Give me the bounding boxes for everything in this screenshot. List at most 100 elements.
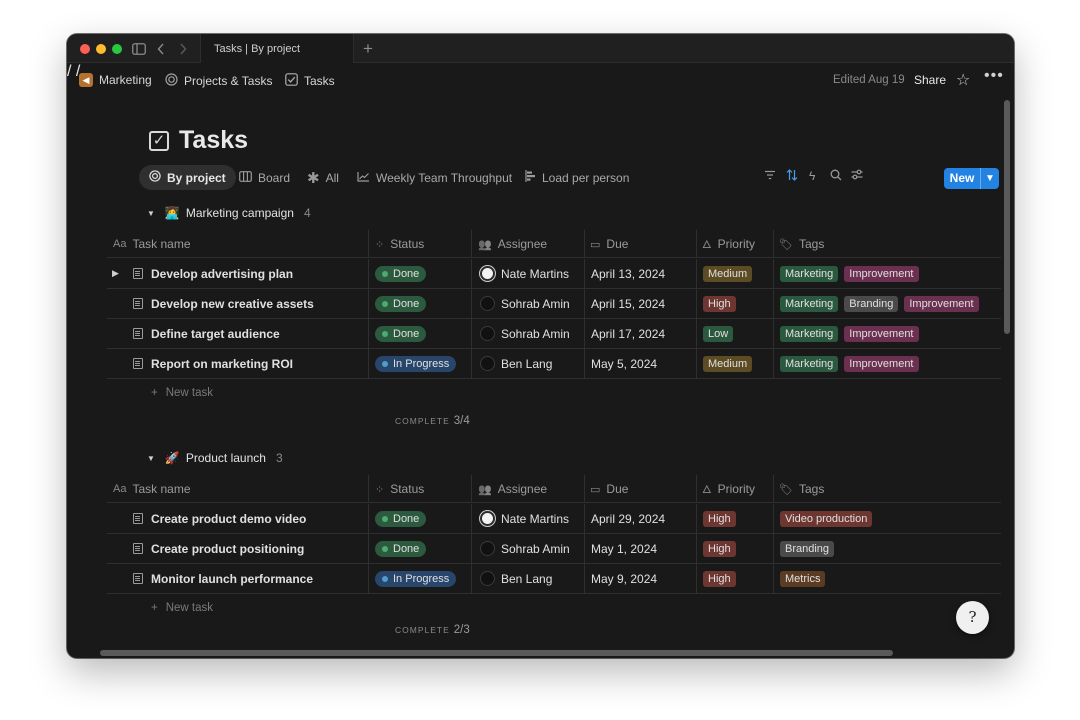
assignee-cell[interactable]: Sohrab Amin	[480, 319, 570, 348]
due-cell[interactable]: April 29, 2024	[591, 504, 665, 533]
tags-cell[interactable]: Marketing Improvement	[780, 349, 925, 378]
due-cell[interactable]: May 9, 2024	[591, 564, 657, 593]
tags-cell[interactable]: Branding	[780, 534, 840, 563]
due-cell[interactable]: April 13, 2024	[591, 259, 665, 288]
priority-cell[interactable]: Medium	[703, 349, 758, 378]
tags-cell[interactable]: Video production	[780, 504, 878, 533]
table-row[interactable]: ▶ Develop advertising plan Done Nate Martin…	[107, 259, 1001, 289]
task-name-cell[interactable]: Define target audience	[133, 319, 280, 348]
table-row[interactable]: Create product positioning Done Sohrab Ami…	[107, 534, 1001, 564]
expand-triangle-icon[interactable]: ▶	[112, 268, 119, 279]
table-row[interactable]: Monitor launch performance In Progress Ben…	[107, 564, 1001, 594]
breadcrumb-item-tasks[interactable]: Tasks	[285, 73, 335, 89]
due-cell[interactable]: May 5, 2024	[591, 349, 657, 378]
group-header[interactable]: ▼ 👩‍💻 Marketing campaign 4	[147, 206, 311, 220]
forward-arrow-icon[interactable]	[179, 40, 187, 57]
task-name-cell[interactable]: Create product positioning	[133, 534, 304, 563]
table-row[interactable]: Create product demo video Done Nate Martin…	[107, 504, 1001, 534]
breadcrumb-label: Marketing	[99, 73, 152, 87]
status-cell[interactable]: Done	[375, 289, 427, 318]
status-cell[interactable]: Done	[375, 504, 427, 533]
vertical-scrollbar[interactable]	[1004, 100, 1010, 334]
tab-by-project[interactable]: By project	[139, 165, 236, 190]
column-header-priority[interactable]: 🜂 Priority	[702, 475, 755, 503]
back-arrow-icon[interactable]	[157, 40, 165, 57]
minimize-window-button[interactable]	[96, 44, 106, 54]
due-cell[interactable]: April 15, 2024	[591, 289, 665, 318]
assignee-cell[interactable]: Sohrab Amin	[480, 289, 570, 318]
tab-all[interactable]: ✱ All	[307, 165, 339, 190]
tag-marketing: Marketing	[780, 265, 839, 282]
more-options-icon[interactable]: •••	[984, 67, 1004, 85]
tags-cell[interactable]: Marketing Improvement	[780, 319, 925, 348]
column-header-status[interactable]: ⁘ Status	[375, 475, 424, 503]
task-name-cell[interactable]: Report on marketing ROI	[133, 349, 293, 378]
tab-weekly-team-throughput[interactable]: Weekly Team Throughput	[357, 165, 512, 190]
status-cell[interactable]: Done	[375, 259, 427, 288]
lightning-icon[interactable]: ϟ	[809, 169, 815, 183]
status-cell[interactable]: In Progress	[375, 349, 457, 378]
close-window-button[interactable]	[80, 44, 90, 54]
collapse-triangle-icon[interactable]: ▼	[147, 454, 155, 463]
table-row[interactable]: Report on marketing ROI In Progress Ben La…	[107, 349, 1001, 379]
status-cell[interactable]: Done	[375, 534, 427, 563]
due-cell[interactable]: May 1, 2024	[591, 534, 657, 563]
task-name-cell[interactable]: Monitor launch performance	[133, 564, 313, 593]
collapse-triangle-icon[interactable]: ▼	[147, 209, 155, 218]
column-header-due[interactable]: ▭ Due	[590, 230, 628, 258]
task-name-cell[interactable]: Develop advertising plan	[133, 259, 293, 288]
group-header[interactable]: ▼ 🚀 Product launch 3	[147, 451, 283, 465]
column-header-status[interactable]: ⁘ Status	[375, 230, 424, 258]
tab-board[interactable]: Board	[239, 165, 290, 190]
column-header-assignee[interactable]: 👥 Assignee	[478, 230, 547, 258]
table-row[interactable]: Define target audience Done Sohrab Amin Apr…	[107, 319, 1001, 349]
tags-cell[interactable]: Marketing Improvement	[780, 259, 925, 288]
share-button[interactable]: Share	[914, 73, 946, 87]
status-cell[interactable]: Done	[375, 319, 427, 348]
task-name-cell[interactable]: Create product demo video	[133, 504, 306, 533]
settings-sliders-icon[interactable]	[851, 169, 863, 183]
column-header-assignee[interactable]: 👥 Assignee	[478, 475, 547, 503]
column-header-name[interactable]: Aa Task name	[113, 230, 191, 258]
priority-cell[interactable]: High	[703, 534, 742, 563]
star-icon[interactable]: ☆	[956, 70, 970, 90]
column-header-name[interactable]: Aa Task name	[113, 475, 191, 503]
sort-icon[interactable]	[786, 169, 798, 184]
task-name-cell[interactable]: Develop new creative assets	[133, 289, 314, 318]
search-icon[interactable]	[830, 169, 842, 184]
column-header-tags[interactable]: 🏷 Tags	[779, 475, 824, 503]
help-button[interactable]: ?	[956, 601, 989, 634]
chevron-down-icon[interactable]: ▼	[981, 173, 999, 184]
tags-cell[interactable]: Marketing Branding Improvement	[780, 289, 985, 318]
priority-cell[interactable]: Low	[703, 319, 739, 348]
column-header-tags[interactable]: 🏷 Tags	[779, 230, 824, 258]
assignee-cell[interactable]: Nate Martins	[480, 259, 569, 288]
assignee-cell[interactable]: Sohrab Amin	[480, 534, 570, 563]
assignee-cell[interactable]: Nate Martins	[480, 504, 569, 533]
priority-cell[interactable]: High	[703, 504, 742, 533]
status-cell[interactable]: In Progress	[375, 564, 457, 593]
table-row[interactable]: Develop new creative assets Done Sohrab Am…	[107, 289, 1001, 319]
priority-cell[interactable]: Medium	[703, 259, 758, 288]
column-header-priority[interactable]: 🜂 Priority	[702, 230, 755, 258]
tab-load-per-person[interactable]: Load per person	[525, 165, 629, 190]
browser-tab[interactable]: Tasks | By project	[200, 34, 354, 63]
assignee-cell[interactable]: Ben Lang	[480, 564, 552, 593]
priority-badge: Low	[703, 325, 734, 342]
new-task-button[interactable]: + New task	[151, 602, 213, 614]
priority-cell[interactable]: High	[703, 564, 742, 593]
breadcrumb-item-projects[interactable]: Projects & Tasks	[165, 73, 272, 89]
assignee-cell[interactable]: Ben Lang	[480, 349, 552, 378]
tags-cell[interactable]: Metrics	[780, 564, 831, 593]
breadcrumb-item-marketing[interactable]: ◀ Marketing	[79, 73, 152, 87]
new-button[interactable]: New ▼	[944, 168, 999, 189]
new-task-button[interactable]: + New task	[151, 387, 213, 399]
filter-icon[interactable]	[764, 169, 776, 183]
priority-cell[interactable]: High	[703, 289, 742, 318]
zoom-window-button[interactable]	[112, 44, 122, 54]
due-cell[interactable]: April 17, 2024	[591, 319, 665, 348]
horizontal-scrollbar[interactable]	[100, 650, 893, 656]
sidebar-toggle-icon[interactable]	[132, 40, 146, 57]
new-tab-icon[interactable]: +	[363, 39, 373, 59]
column-header-due[interactable]: ▭ Due	[590, 475, 628, 503]
